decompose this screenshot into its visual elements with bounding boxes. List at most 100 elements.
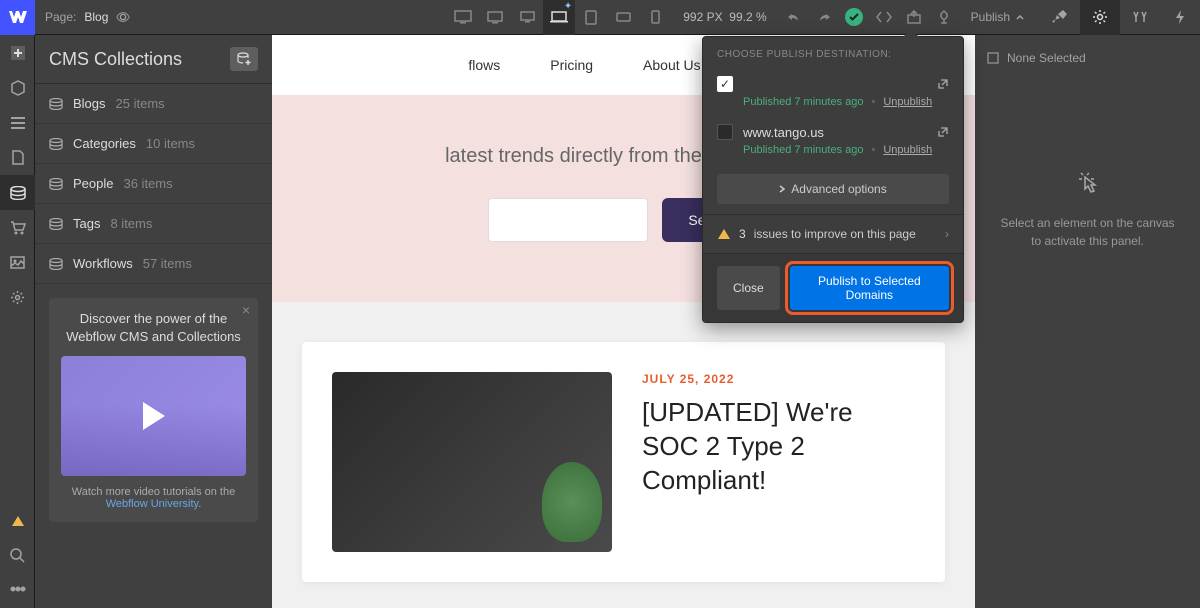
help-box: Select an element on the canvas to activ… <box>987 149 1188 270</box>
page-name: Blog <box>84 10 108 24</box>
issues-row[interactable]: 3 issues to improve on this page › <box>703 214 963 253</box>
add-collection-button[interactable] <box>230 47 258 71</box>
viewport-width: 992 PX <box>683 10 722 24</box>
status-check[interactable] <box>839 0 869 35</box>
device-desktop[interactable] <box>511 0 543 35</box>
symbols-button[interactable] <box>0 70 35 105</box>
device-tablet[interactable] <box>575 0 607 35</box>
zoom-level: 99.2 % <box>729 10 766 24</box>
assets-button[interactable] <box>0 245 35 280</box>
device-laptop[interactable]: ✦ <box>543 0 575 35</box>
redo-button[interactable] <box>809 0 839 35</box>
collection-item[interactable]: Blogs 25 items <box>35 84 272 124</box>
undo-button[interactable] <box>779 0 809 35</box>
unpublish-link[interactable]: Unpublish <box>883 144 932 156</box>
blog-image <box>332 372 612 552</box>
main-area: CMS Collections Blogs 25 items Categories 1… <box>0 35 1200 608</box>
webflow-logo[interactable] <box>0 0 35 35</box>
search-button[interactable] <box>0 538 35 573</box>
device-desktop-xl[interactable] <box>447 0 479 35</box>
settings-panel-button[interactable] <box>1080 0 1120 35</box>
none-selected-row: None Selected <box>987 47 1188 69</box>
issues-text: issues to improve on this page <box>754 227 916 241</box>
ecommerce-button[interactable] <box>0 210 35 245</box>
close-button[interactable]: Close <box>717 266 780 310</box>
code-button[interactable] <box>869 0 899 35</box>
popover-header: CHOOSE PUBLISH DESTINATION: <box>703 37 963 68</box>
style-manager-button[interactable] <box>1120 0 1160 35</box>
play-icon <box>143 402 165 430</box>
collection-count: 57 items <box>143 256 192 271</box>
tip-card: × Discover the power of the Webflow CMS … <box>49 298 258 522</box>
style-panel-button[interactable] <box>1040 0 1080 35</box>
webflow-university-link[interactable]: Webflow University <box>106 498 199 510</box>
none-selected-label: None Selected <box>1007 51 1086 65</box>
cms-header: CMS Collections <box>35 35 272 84</box>
domain-name: www.tango.us <box>743 125 927 140</box>
device-mobile[interactable] <box>639 0 671 35</box>
chevron-up-icon <box>1016 15 1024 20</box>
collection-name: Blogs <box>73 96 106 111</box>
blog-content: JULY 25, 2022 [UPDATED] We're SOC 2 Type… <box>642 372 915 552</box>
checkbox-empty[interactable] <box>717 124 733 140</box>
chevron-right-icon <box>779 185 785 193</box>
collection-item[interactable]: People 36 items <box>35 164 272 204</box>
collection-name: Categories <box>73 136 136 151</box>
navigator-button[interactable] <box>0 105 35 140</box>
device-breakpoints: ✦ <box>447 0 671 35</box>
collection-count: 8 items <box>110 216 152 231</box>
search-input[interactable] <box>488 198 648 242</box>
database-icon <box>49 138 63 150</box>
nav-link[interactable]: Pricing <box>550 57 593 73</box>
help-button[interactable] <box>0 573 35 608</box>
audit-panel-button[interactable] <box>0 503 35 538</box>
checkbox-icon <box>987 52 999 64</box>
issues-count: 3 <box>739 227 746 241</box>
collection-name: People <box>73 176 113 191</box>
nav-link[interactable]: About Us <box>643 57 701 73</box>
close-icon[interactable]: × <box>242 302 250 318</box>
collection-count: 36 items <box>123 176 172 191</box>
unpublish-link[interactable]: Unpublish <box>883 96 932 108</box>
database-icon <box>49 258 63 270</box>
top-bar: Page: Blog ✦ 992 PX 99.2 % Publish <box>0 0 1200 35</box>
domain-row: www.tango.usPublished 7 minutes ago•Unpu… <box>703 116 963 164</box>
cms-title: CMS Collections <box>49 49 182 70</box>
external-link-icon[interactable] <box>937 126 949 138</box>
collection-count: 10 items <box>146 136 195 151</box>
device-desktop-lg[interactable] <box>479 0 511 35</box>
publish-popover: CHOOSE PUBLISH DESTINATION: ✓ Published 7… <box>702 36 964 323</box>
page-selector[interactable]: Page: Blog <box>35 10 140 24</box>
settings-button[interactable] <box>0 280 35 315</box>
right-panel: None Selected Select an element on the c… <box>975 35 1200 608</box>
tip-footer: Watch more video tutorials on the Webflo… <box>61 486 246 510</box>
add-element-button[interactable] <box>0 35 35 70</box>
collection-item[interactable]: Workflows 57 items <box>35 244 272 284</box>
pages-button[interactable] <box>0 140 35 175</box>
nav-link[interactable]: flows <box>468 57 500 73</box>
checkbox-checked[interactable]: ✓ <box>717 76 733 92</box>
collection-item[interactable]: Tags8 items <box>35 204 272 244</box>
page-label: Page: <box>45 10 76 24</box>
audit-button[interactable] <box>929 0 959 35</box>
external-link-icon[interactable] <box>937 78 949 90</box>
interactions-button[interactable] <box>1160 0 1200 35</box>
tip-video[interactable] <box>61 356 246 476</box>
advanced-options-button[interactable]: Advanced options <box>717 174 949 204</box>
help-text: Select an element on the canvas to activ… <box>997 214 1178 250</box>
collection-name: Workflows <box>73 256 133 271</box>
publish-button[interactable]: Publish <box>959 10 1036 24</box>
publish-selected-button[interactable]: Publish to Selected Domains <box>790 266 949 310</box>
cms-button[interactable] <box>0 175 35 210</box>
blog-title: [UPDATED] We're SOC 2 Type 2 Compliant! <box>642 396 915 497</box>
database-icon <box>49 178 63 190</box>
collection-count: 25 items <box>116 96 165 111</box>
warning-icon <box>717 228 731 240</box>
collection-item[interactable]: Categories 10 items <box>35 124 272 164</box>
blog-card: JULY 25, 2022 [UPDATED] We're SOC 2 Type… <box>302 342 945 582</box>
publish-label: Publish <box>971 10 1010 24</box>
right-toolbar <box>1040 0 1200 35</box>
device-mobile-landscape[interactable] <box>607 0 639 35</box>
publish-time: Published 7 minutes ago <box>743 144 863 156</box>
tip-title: Discover the power of the Webflow CMS an… <box>61 310 246 346</box>
